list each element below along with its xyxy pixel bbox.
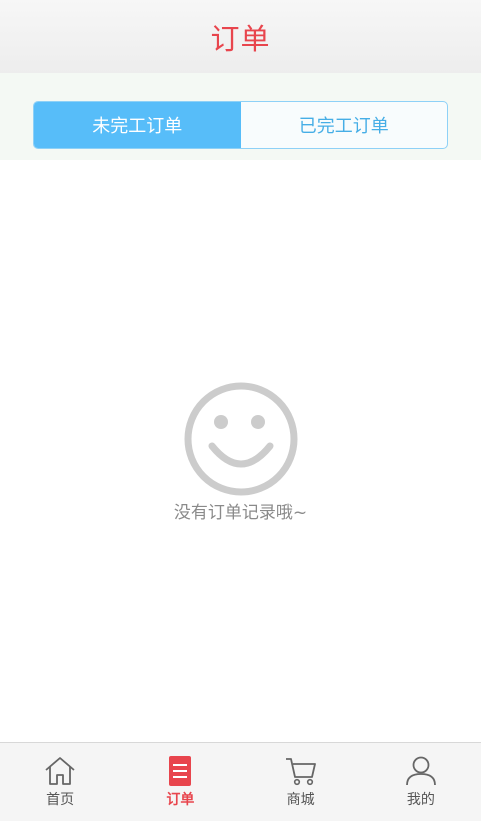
tab-unfinished-orders[interactable]: 未完工订单 (34, 102, 241, 148)
tab-label: 未完工订单 (92, 116, 183, 137)
empty-message: 没有订单记录哦~ (173, 503, 308, 523)
smiley-face-icon (184, 382, 297, 496)
order-list-icon (169, 756, 192, 786)
cart-icon (285, 758, 316, 786)
page-title: 订单 (210, 21, 271, 56)
nav-label: 商城 (286, 792, 315, 808)
nav-mine[interactable]: 我的 (361, 743, 481, 821)
nav-label: 首页 (46, 792, 75, 808)
tab-label: 已完工订单 (298, 116, 389, 137)
order-tabs: 未完工订单 已完工订单 (33, 101, 448, 149)
nav-label: 我的 (406, 792, 435, 808)
nav-mall[interactable]: 商城 (241, 743, 361, 821)
tab-finished-orders[interactable]: 已完工订单 (241, 102, 448, 148)
header-bar: 订单 (0, 0, 481, 73)
home-icon (45, 757, 75, 785)
nav-home[interactable]: 首页 (0, 743, 120, 821)
nav-label: 订单 (166, 792, 195, 808)
bottom-nav: 首页 订单 商城 我的 (0, 742, 481, 821)
nav-orders[interactable]: 订单 (120, 743, 240, 821)
tab-area: 未完工订单 已完工订单 (0, 73, 481, 160)
user-icon (405, 756, 436, 786)
empty-state: 没有订单记录哦~ (0, 380, 481, 523)
